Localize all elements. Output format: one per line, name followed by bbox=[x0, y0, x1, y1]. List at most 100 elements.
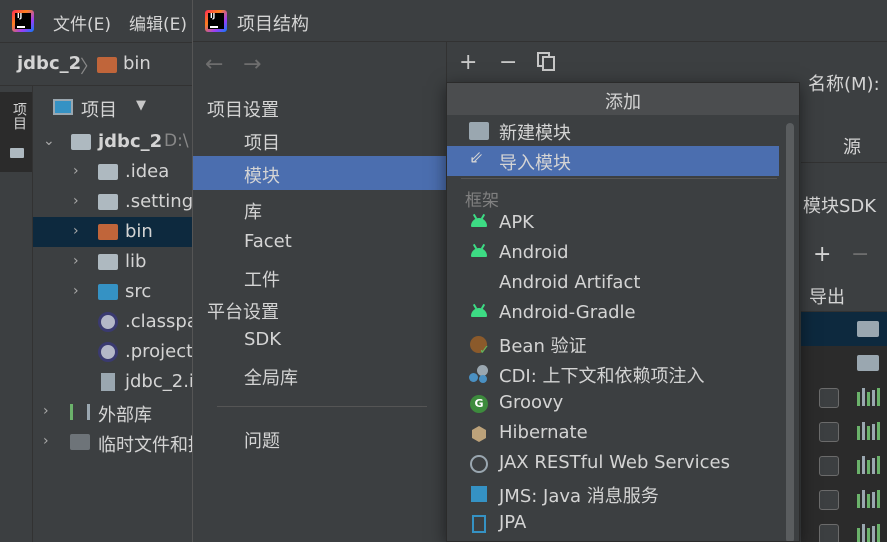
folder-icon bbox=[98, 194, 118, 210]
tree-scratches[interactable]: › 临时文件和控制台 bbox=[33, 427, 200, 457]
add-popup-menu: 添加 新建模块 ⇙ 导入模块 框架 APK Android Android Ar… bbox=[446, 82, 800, 542]
module-details-panel: 名称(M): 源 模块SDK + − 导出 bbox=[801, 42, 887, 542]
nav-item-facets[interactable]: Facet bbox=[193, 225, 446, 259]
framework-item-jax-rs[interactable]: JAX RESTful Web Services bbox=[447, 449, 779, 479]
tree-item[interactable]: › .settings bbox=[33, 187, 200, 217]
chevron-right-icon[interactable]: › bbox=[73, 253, 79, 269]
framework-item-android-gradle[interactable]: Android-Gradle bbox=[447, 299, 779, 329]
tree-root-name: jdbc_2 bbox=[98, 131, 163, 152]
tree-item[interactable]: .classpath bbox=[33, 307, 200, 337]
copy-icon[interactable] bbox=[537, 52, 557, 72]
dialog-nav-panel: ← → 项目设置 项目 模块 库 Facet 工件 平台设置 SDK 全局库 问… bbox=[193, 42, 447, 542]
popup-scrollbar[interactable] bbox=[786, 123, 794, 541]
framework-item-apk[interactable]: APK bbox=[447, 209, 779, 239]
nav-item-global-libraries[interactable]: 全局库 bbox=[193, 358, 446, 392]
chevron-right-icon[interactable]: › bbox=[43, 433, 49, 449]
module-source-icon bbox=[857, 355, 879, 371]
framework-item-hibernate[interactable]: Hibernate bbox=[447, 419, 779, 449]
nav-item-project[interactable]: 项目 bbox=[193, 123, 446, 157]
chevron-right-icon[interactable]: › bbox=[73, 283, 79, 299]
popup-item-label: JAX RESTful Web Services bbox=[499, 452, 730, 473]
project-view-title[interactable]: 项目 bbox=[81, 96, 117, 122]
nav-item-label: 库 bbox=[244, 202, 262, 223]
breadcrumb-folder[interactable]: bin bbox=[123, 53, 151, 74]
new-module-item[interactable]: 新建模块 bbox=[447, 116, 779, 146]
add-icon[interactable]: + bbox=[459, 50, 477, 75]
chevron-right-icon[interactable]: › bbox=[73, 163, 79, 179]
nav-section-project-settings: 项目设置 bbox=[207, 100, 279, 121]
dialog-title: 项目结构 bbox=[237, 14, 309, 35]
popup-item-label: Android bbox=[499, 242, 569, 263]
popup-item-label: Android Artifact bbox=[499, 272, 641, 293]
chevron-right-icon[interactable]: › bbox=[43, 403, 49, 419]
export-column-header[interactable]: 导出 bbox=[809, 283, 845, 309]
jpa-icon bbox=[469, 515, 489, 533]
nav-item-libraries[interactable]: 库 bbox=[193, 192, 446, 226]
dependency-row[interactable] bbox=[801, 414, 887, 448]
dependency-row[interactable] bbox=[801, 312, 887, 346]
remove-dependency-button[interactable]: − bbox=[851, 242, 869, 267]
popup-item-label: CDI: 上下文和依赖项注入 bbox=[499, 366, 705, 387]
nav-item-modules[interactable]: 模块 bbox=[193, 156, 446, 190]
framework-item-android-artifact[interactable]: Android Artifact bbox=[447, 269, 779, 299]
dialog-titlebar: IJ 项目结构 bbox=[193, 0, 887, 42]
nav-item-label: SDK bbox=[244, 329, 282, 350]
menu-edit[interactable]: 编辑(E) bbox=[129, 10, 187, 35]
folder-blue-icon bbox=[98, 284, 118, 300]
back-arrow-icon[interactable]: ← bbox=[205, 52, 223, 77]
framework-item-bean-validation[interactable]: ✓ Bean 验证 bbox=[447, 329, 779, 359]
tree-root[interactable]: ⌄ jdbc_2 D:\ bbox=[33, 127, 200, 157]
chevron-right-icon[interactable]: › bbox=[73, 193, 79, 209]
project-view-icon bbox=[53, 99, 73, 115]
framework-item-groovy[interactable]: G Groovy bbox=[447, 389, 779, 419]
framework-item-jpa[interactable]: JPA bbox=[447, 509, 779, 539]
tree-item[interactable]: › src bbox=[33, 277, 200, 307]
tree-item-label: jdbc_2.iml bbox=[125, 371, 200, 392]
jax-icon bbox=[469, 455, 489, 473]
nav-item-label: 模块 bbox=[244, 166, 280, 187]
nav-item-label: Facet bbox=[244, 231, 292, 252]
tree-item[interactable]: › bin bbox=[33, 217, 200, 247]
remove-icon[interactable]: − bbox=[499, 50, 517, 75]
breadcrumb-separator-icon: 〉 bbox=[80, 57, 98, 78]
breadcrumb-project[interactable]: jdbc_2 bbox=[17, 53, 81, 74]
project-tool-tab[interactable]: 项目 bbox=[0, 92, 32, 172]
intellij-logo-icon: IJ bbox=[205, 10, 227, 32]
module-sdk-label: 模块SDK bbox=[803, 196, 877, 217]
dependency-row[interactable] bbox=[801, 516, 887, 542]
export-checkbox[interactable] bbox=[819, 388, 839, 408]
framework-item-cdi[interactable]: CDI: 上下文和依赖项注入 bbox=[447, 359, 779, 389]
forward-arrow-icon[interactable]: → bbox=[243, 52, 261, 77]
tree-external-libs[interactable]: › 外部库 bbox=[33, 397, 200, 427]
sources-tab[interactable]: 源 bbox=[843, 133, 861, 159]
popup-item-label: Android-Gradle bbox=[499, 302, 636, 323]
chevron-down-icon[interactable]: ⌄ bbox=[43, 133, 55, 149]
breadcrumb: jdbc_2 〉 bin bbox=[0, 42, 200, 86]
dependency-row[interactable] bbox=[801, 482, 887, 516]
popup-item-label: Bean 验证 bbox=[499, 336, 587, 357]
nav-separator bbox=[217, 406, 427, 407]
nav-item-artifacts[interactable]: 工件 bbox=[193, 260, 446, 294]
chevron-down-icon[interactable]: ▼ bbox=[136, 98, 146, 113]
add-dependency-button[interactable]: + bbox=[813, 242, 831, 267]
tree-item[interactable]: .project bbox=[33, 337, 200, 367]
export-checkbox[interactable] bbox=[819, 490, 839, 510]
framework-item-jms[interactable]: JMS: Java 消息服务 bbox=[447, 479, 779, 509]
import-module-item[interactable]: ⇙ 导入模块 bbox=[447, 146, 779, 176]
dependency-row[interactable] bbox=[801, 380, 887, 414]
menu-file[interactable]: 文件(E) bbox=[53, 10, 111, 35]
nav-item-sdk[interactable]: SDK bbox=[193, 323, 446, 357]
project-panel: 项目 ▼ ⌄ jdbc_2 D:\ › .idea › .settings › … bbox=[33, 86, 200, 542]
dependency-row[interactable] bbox=[801, 448, 887, 482]
dependency-row[interactable] bbox=[801, 346, 887, 380]
export-checkbox[interactable] bbox=[819, 422, 839, 442]
framework-item-android[interactable]: Android bbox=[447, 239, 779, 269]
nav-item-problems[interactable]: 问题 bbox=[193, 421, 446, 455]
tree-item[interactable]: › lib bbox=[33, 247, 200, 277]
export-checkbox[interactable] bbox=[819, 524, 839, 542]
tree-item[interactable]: jdbc_2.iml bbox=[33, 367, 200, 397]
export-checkbox[interactable] bbox=[819, 456, 839, 476]
tree-item[interactable]: › .idea bbox=[33, 157, 200, 187]
jms-icon bbox=[469, 485, 489, 503]
chevron-right-icon[interactable]: › bbox=[73, 223, 79, 239]
